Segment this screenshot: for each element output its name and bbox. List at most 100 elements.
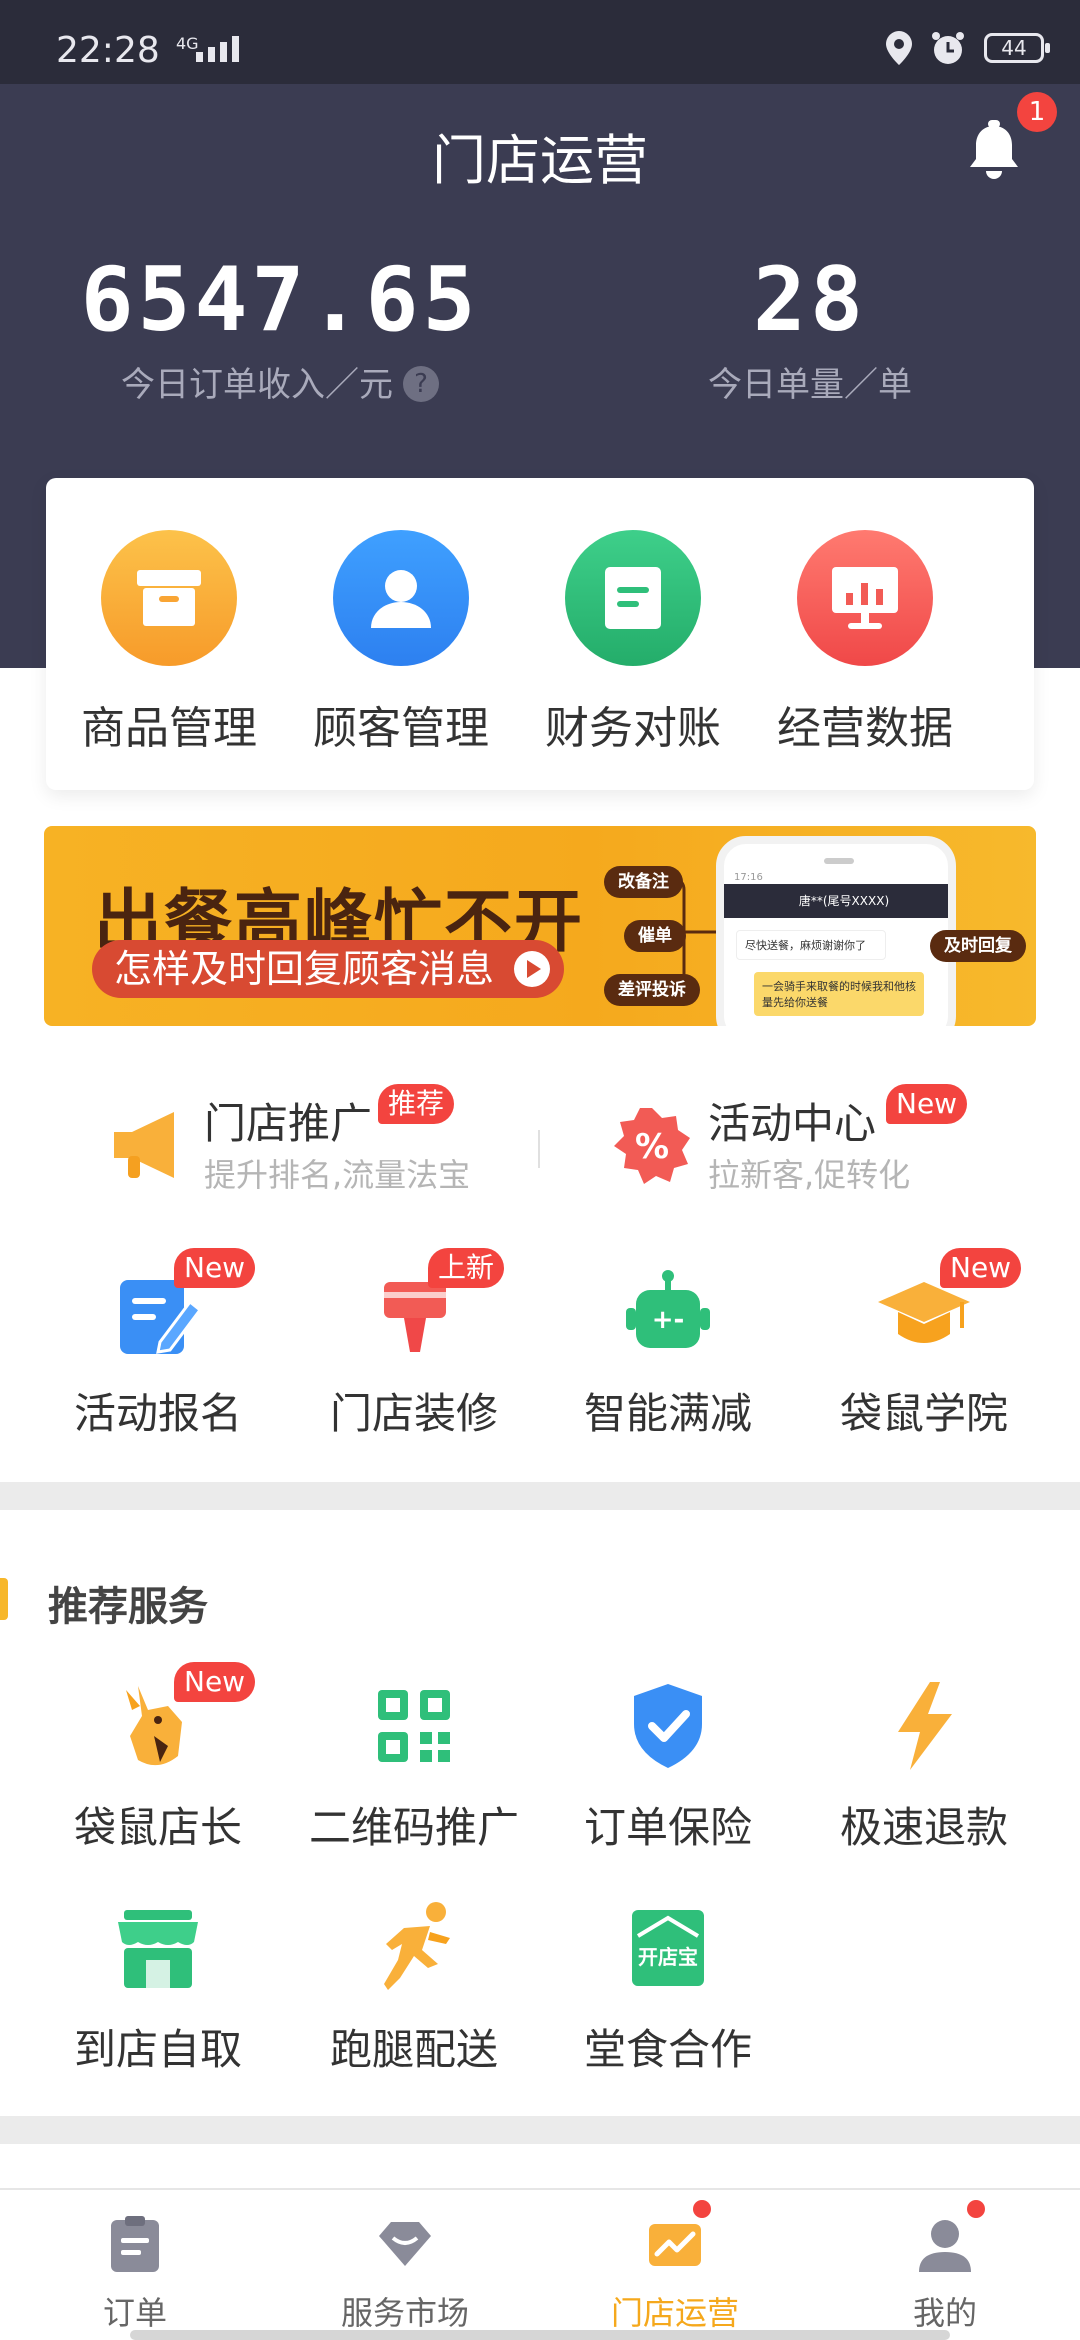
- badge-new: New: [174, 1248, 256, 1288]
- service-qrcode-promotion[interactable]: 二维码推广: [286, 1676, 542, 1855]
- tab-store-operations[interactable]: 门店运营: [540, 2200, 810, 2334]
- user-icon: [333, 530, 469, 666]
- tab-service-market[interactable]: 服务市场: [270, 2214, 540, 2334]
- service-fast-refund[interactable]: 极速退款: [796, 1676, 1052, 1855]
- feature-label: 活动报名: [73, 1389, 242, 1438]
- service-label: 袋鼠店长: [73, 1803, 242, 1852]
- graduation-cap-icon: New: [874, 1248, 1022, 1362]
- tool-business-data[interactable]: 经营数据: [750, 530, 980, 756]
- service-errand-delivery[interactable]: 跑腿配送: [286, 1898, 542, 2077]
- orders-label: 今日单量／单: [708, 365, 912, 405]
- quick-tools-card: 商品管理 顾客管理 财务对账 经营数据: [46, 478, 1034, 790]
- service-label: 跑腿配送: [329, 2025, 498, 2074]
- feature-event-signup[interactable]: New 活动报名: [30, 1248, 286, 1441]
- help-icon[interactable]: ?: [403, 366, 439, 402]
- tab-label: 我的: [912, 2294, 977, 2332]
- revenue-label: 今日订单收入／元: [121, 365, 393, 405]
- tab-label: 服务市场: [340, 2294, 469, 2332]
- promo-store-promotion[interactable]: 门店推广 提升排名,流量法宝 推荐: [108, 1084, 508, 1194]
- feature-smart-discount[interactable]: +- 智能满减: [540, 1262, 796, 1441]
- dine-in-icon: 开店宝: [618, 1898, 718, 1998]
- tab-label: 订单: [102, 2294, 167, 2332]
- clipboard-icon: [105, 2214, 165, 2274]
- page-title: 门店运营: [432, 129, 648, 192]
- service-order-insurance[interactable]: 订单保险: [540, 1676, 796, 1855]
- service-dine-in[interactable]: 开店宝 堂食合作: [540, 1898, 796, 2077]
- tool-finance[interactable]: 财务对账: [518, 530, 748, 756]
- tool-customer-management[interactable]: 顾客管理: [286, 530, 516, 756]
- kangaroo-icon: New: [108, 1662, 256, 1776]
- tool-product-management[interactable]: 商品管理: [54, 530, 284, 756]
- banner-tag: 改备注: [604, 866, 683, 898]
- phone-chat-header: 唐**(尾号XXXX): [724, 884, 948, 918]
- section-separator: [0, 1482, 1080, 1510]
- market-icon: [375, 2214, 435, 2274]
- box-icon: [101, 530, 237, 666]
- feature-label: 袋鼠学院: [839, 1389, 1008, 1438]
- tool-label: 商品管理: [81, 703, 257, 754]
- promo-title: 门店推广: [204, 1099, 373, 1148]
- tab-orders[interactable]: 订单: [0, 2214, 270, 2334]
- promo-title: 活动中心: [708, 1099, 877, 1148]
- service-kangaroo-manager[interactable]: New 袋鼠店长: [30, 1662, 286, 1855]
- revenue-value: 6547.65: [80, 248, 480, 351]
- tab-profile[interactable]: 我的: [810, 2200, 1080, 2334]
- badge-new-launch: 上新: [428, 1248, 505, 1288]
- phone-illustration: 17:16 唐**(尾号XXXX) 尽快送餐，麻烦谢谢你了 一会骑手来取餐的时候…: [716, 836, 956, 1026]
- badge-new: New: [886, 1084, 968, 1124]
- profile-icon: [915, 2200, 985, 2274]
- service-label: 二维码推广: [308, 1803, 519, 1852]
- lightning-icon: [874, 1676, 974, 1776]
- section-title: 推荐服务: [48, 1584, 208, 1630]
- tab-notification-dot: [693, 2200, 711, 2218]
- badge-new: New: [174, 1662, 256, 1702]
- shield-icon: [618, 1676, 718, 1776]
- service-store-pickup[interactable]: 到店自取: [30, 1898, 286, 2077]
- revenue-stat[interactable]: 6547.65 今日订单收入／元?: [60, 248, 500, 406]
- banner-tag: 催单: [624, 920, 686, 952]
- divider: [538, 1130, 540, 1168]
- store-icon: [108, 1898, 208, 1998]
- service-label: 堂食合作: [583, 2025, 752, 2074]
- svg-text:+-: +-: [652, 1305, 685, 1335]
- discount-icon: %: [614, 1108, 690, 1184]
- robot-icon: +-: [618, 1262, 718, 1362]
- alarm-icon: [932, 32, 964, 64]
- section-separator: [0, 2116, 1080, 2144]
- qrcode-icon: [364, 1676, 464, 1776]
- phone-time: 17:16: [734, 872, 763, 883]
- home-indicator: [130, 2330, 950, 2340]
- banner-subtitle: 怎样及时回复顾客消息: [114, 947, 495, 991]
- paint-brush-icon: 上新: [364, 1248, 505, 1362]
- tab-label: 门店运营: [610, 2294, 739, 2332]
- battery-indicator: 44: [984, 33, 1050, 63]
- promo-activity-center[interactable]: % 活动中心 拉新客,促转化 New: [612, 1084, 1012, 1194]
- phone-message: 一会骑手来取餐的时候我和他核量先给你送餐: [754, 972, 924, 1016]
- orders-value: 28: [753, 248, 867, 351]
- phone-message: 尽快送餐，麻烦谢谢你了: [736, 930, 886, 960]
- promo-subtitle: 提升排名,流量法宝: [204, 1156, 471, 1194]
- feature-kangaroo-academy[interactable]: New 袋鼠学院: [796, 1248, 1052, 1441]
- banner-tag: 差评投诉: [604, 974, 700, 1006]
- tab-notification-dot: [967, 2200, 985, 2218]
- banner-tag: 及时回复: [930, 930, 1026, 962]
- feature-label: 门店装修: [329, 1389, 498, 1438]
- section-accent-bar: [0, 1578, 8, 1620]
- tool-label: 财务对账: [545, 703, 721, 754]
- location-icon: [886, 31, 912, 65]
- signup-icon: New: [108, 1248, 256, 1362]
- orders-stat[interactable]: 28 今日单量／单: [630, 248, 990, 406]
- status-bar: 22:28 4G 44: [0, 0, 1080, 84]
- notification-badge: 1: [1017, 92, 1057, 132]
- badge-recommend: 推荐: [378, 1084, 455, 1124]
- service-label: 到店自取: [73, 2025, 242, 2074]
- tool-label: 经营数据: [777, 703, 953, 754]
- play-icon: [514, 951, 551, 987]
- document-icon: [565, 530, 701, 666]
- svg-text:%: %: [635, 1127, 669, 1167]
- promo-subtitle: 拉新客,促转化: [708, 1156, 911, 1194]
- bell-icon[interactable]: [964, 120, 1024, 184]
- promo-banner[interactable]: 出餐高峰忙不开 怎样及时回复顾客消息 改备注 催单 差评投诉 17:16 唐**…: [44, 826, 1036, 1026]
- banner-subtitle-pill: 怎样及时回复顾客消息: [92, 940, 565, 998]
- feature-store-decoration[interactable]: 上新 门店装修: [286, 1248, 542, 1441]
